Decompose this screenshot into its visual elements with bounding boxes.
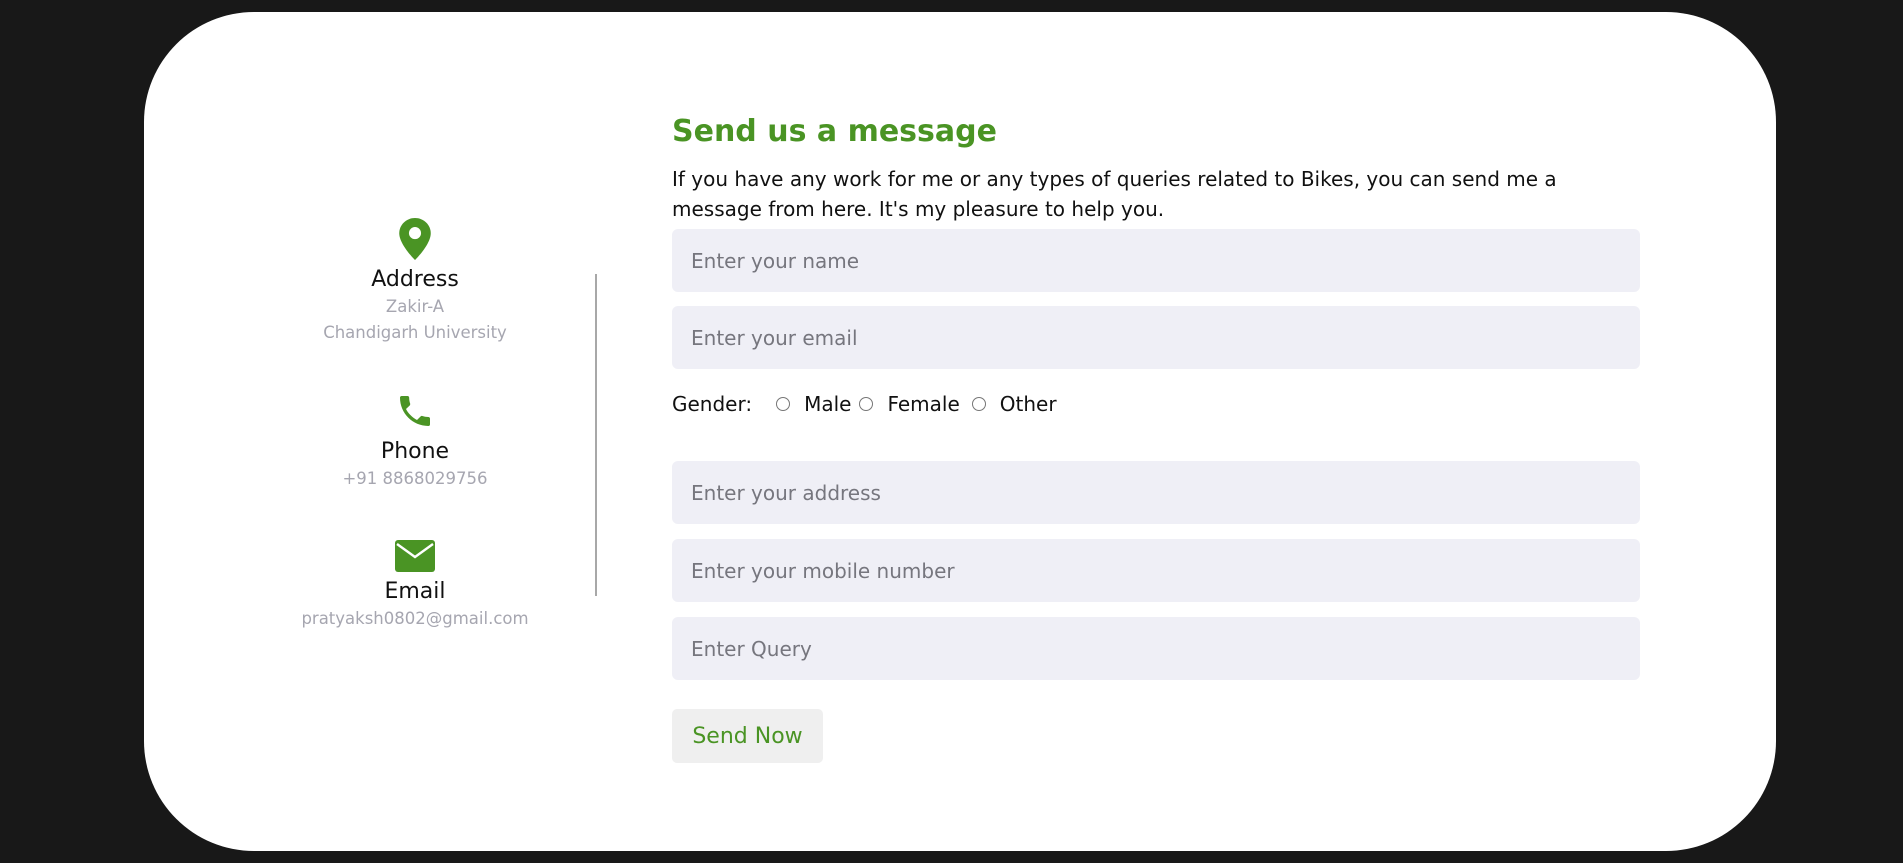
form-description: If you have any work for me or any types… [672, 167, 1557, 221]
email-block: Email pratyaksh0802@gmail.com [144, 540, 686, 632]
mobile-input[interactable] [672, 539, 1640, 602]
name-input[interactable] [672, 229, 1640, 292]
info-divider [595, 274, 597, 596]
address-input[interactable] [672, 461, 1640, 524]
contact-info-panel: Address Zakir-A Chandigarh University Ph… [144, 12, 686, 851]
gender-label: Gender: [672, 392, 753, 416]
contact-card: Address Zakir-A Chandigarh University Ph… [144, 12, 1776, 851]
phone-block: Phone +91 8868029756 [144, 390, 686, 492]
message-form: Send us a message If you have any work f… [672, 100, 1640, 763]
form-heading: Send us a message [672, 114, 997, 149]
phone-title: Phone [380, 439, 450, 464]
envelope-icon [144, 540, 686, 572]
send-now-button[interactable]: Send Now [672, 709, 823, 763]
gender-option-female: Female [887, 392, 960, 416]
email-address: pratyaksh0802@gmail.com [301, 609, 529, 628]
phone-number: +91 8868029756 [342, 469, 488, 488]
gender-option-male: Male [804, 392, 852, 416]
gender-radio-other[interactable] [971, 397, 986, 411]
address-block: Address Zakir-A Chandigarh University [144, 218, 686, 346]
gender-selector: Gender: Male Female Other [672, 389, 1057, 419]
address-line-1: Zakir-A [385, 297, 445, 316]
email-input[interactable] [672, 306, 1640, 369]
address-title: Address [371, 267, 459, 292]
gender-option-other: Other [999, 392, 1057, 416]
email-title: Email [384, 579, 446, 604]
map-pin-icon [144, 218, 686, 260]
gender-radio-female[interactable] [859, 397, 874, 411]
gender-radio-male[interactable] [776, 397, 791, 411]
phone-icon [144, 390, 686, 432]
address-line-2: Chandigarh University [323, 323, 507, 342]
query-input[interactable] [672, 617, 1640, 680]
